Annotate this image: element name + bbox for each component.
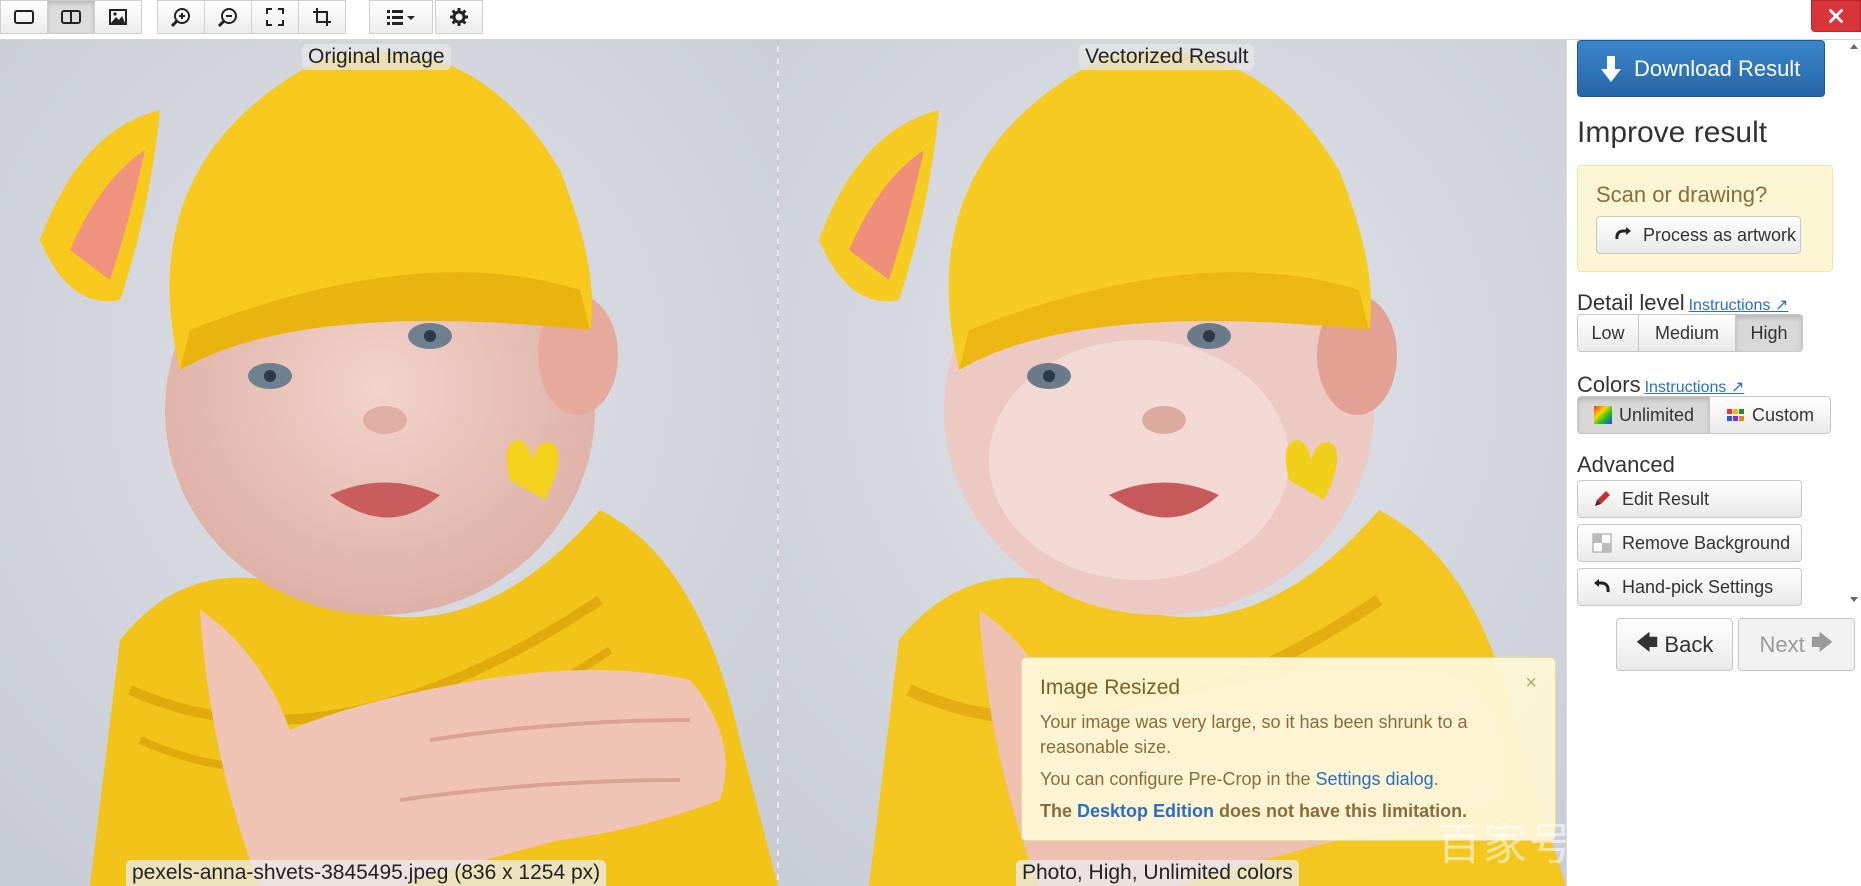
colors-selector: Unlimited Custom	[1577, 396, 1831, 434]
edit-result-button[interactable]: Edit Result	[1577, 480, 1802, 518]
close-button[interactable]	[1811, 0, 1861, 32]
rainbow-icon	[1593, 405, 1613, 425]
hand-pick-settings-button[interactable]: Hand-pick Settings	[1577, 568, 1802, 606]
next-label: Next	[1759, 631, 1805, 657]
external-link-icon: ↗	[1774, 297, 1789, 314]
image-view-button[interactable]	[94, 0, 142, 34]
detail-level-selector: Low Medium High	[1577, 314, 1803, 352]
download-arrow-icon	[1598, 54, 1624, 84]
arrow-right-icon: 🡆	[1810, 629, 1834, 655]
notice-line-2-text: You can configure Pre-Crop in the	[1040, 769, 1316, 789]
sidebar-scrollbar[interactable]	[1849, 44, 1859, 609]
edit-result-label: Edit Result	[1622, 488, 1710, 509]
original-image-pane[interactable]: Original Image pexels-anna-shvets-384549…	[0, 40, 778, 886]
colors-instructions-link[interactable]: Instructions ↗	[1645, 379, 1745, 396]
colors-unlimited-label: Unlimited	[1618, 404, 1695, 425]
palette-grid-icon	[1726, 405, 1746, 425]
single-view-icon	[14, 10, 34, 24]
zoom-in-button[interactable]	[157, 0, 205, 34]
zoom-out-button[interactable]	[204, 0, 252, 34]
scroll-up-arrow[interactable]	[1850, 44, 1858, 49]
original-photo	[0, 40, 778, 886]
redo-arrow-icon	[1613, 225, 1633, 245]
notice-line-3-suffix: does not have this limitation.	[1214, 801, 1468, 821]
detail-level-label: Detail level	[1577, 290, 1685, 315]
detail-level-heading: Detail level Instructions ↗	[1577, 290, 1788, 316]
settings-dialog-link[interactable]: Settings dialog	[1316, 769, 1434, 789]
scan-or-drawing-title: Scan or drawing?	[1596, 182, 1768, 207]
notice-close-button[interactable]: ×	[1525, 672, 1537, 695]
scan-or-drawing-box: Scan or drawing? Process as artwork	[1577, 165, 1833, 272]
colors-unlimited-button[interactable]: Unlimited	[1577, 396, 1710, 434]
original-image-label: Original Image	[302, 44, 451, 70]
original-image-caption: pexels-anna-shvets-3845495.jpeg (836 x 1…	[126, 860, 607, 886]
improve-result-heading: Improve result	[1577, 116, 1768, 149]
crop-icon	[313, 8, 331, 26]
scroll-down-arrow[interactable]	[1850, 597, 1858, 602]
split-view-icon	[61, 10, 81, 24]
list-group	[369, 0, 433, 36]
notice-line-2-suffix: .	[1433, 769, 1439, 789]
split-view-button[interactable]	[47, 0, 95, 34]
desktop-edition-link[interactable]: Desktop Edition	[1077, 801, 1214, 821]
notice-line-1: Your image was very large, so it has bee…	[1040, 710, 1537, 760]
settings-button[interactable]	[435, 0, 483, 34]
remove-background-label: Remove Background	[1622, 532, 1791, 553]
back-button[interactable]: 🡄 Back	[1616, 618, 1733, 671]
image-icon	[109, 9, 127, 25]
settings-group	[435, 0, 483, 36]
colors-heading: Colors Instructions ↗	[1577, 372, 1744, 398]
zoom-group	[157, 0, 346, 36]
process-as-artwork-label: Process as artwork	[1643, 224, 1797, 245]
next-button[interactable]: Next 🡆	[1738, 618, 1855, 671]
zoom-out-icon	[217, 8, 237, 28]
pencil-icon	[1592, 489, 1612, 509]
detail-instructions-text: Instructions	[1688, 297, 1771, 314]
vectorized-result-label: Vectorized Result	[1079, 44, 1255, 70]
toolbar	[0, 0, 1861, 40]
fit-button[interactable]	[251, 0, 299, 34]
list-dropdown-button[interactable]	[369, 0, 433, 34]
fit-icon	[266, 8, 284, 26]
detail-instructions-link[interactable]: Instructions ↗	[1689, 297, 1789, 314]
zoom-in-icon	[170, 8, 190, 28]
process-as-artwork-button[interactable]: Process as artwork	[1596, 216, 1801, 254]
crop-button[interactable]	[298, 0, 346, 34]
colors-custom-label: Custom	[1751, 404, 1814, 425]
external-link-icon: ↗	[1730, 379, 1745, 396]
checkerboard-icon	[1592, 533, 1612, 553]
remove-background-button[interactable]: Remove Background	[1577, 524, 1802, 562]
undo-arrow-icon	[1592, 577, 1612, 597]
download-result-label: Download Result	[1634, 55, 1801, 81]
notice-line-1-text: Your image was very large, so it has bee…	[1040, 712, 1468, 757]
notice-line-3-text: The	[1040, 801, 1078, 821]
close-icon	[1828, 8, 1844, 24]
colors-custom-button[interactable]: Custom	[1709, 396, 1831, 434]
colors-instructions-text: Instructions	[1644, 379, 1727, 396]
download-result-button[interactable]: Download Result	[1577, 40, 1825, 97]
arrow-left-icon: 🡄	[1635, 629, 1659, 655]
colors-label: Colors	[1577, 372, 1641, 397]
view-mode-group	[0, 0, 142, 36]
hand-pick-settings-label: Hand-pick Settings	[1622, 576, 1774, 597]
detail-high-button[interactable]: High	[1735, 314, 1803, 352]
detail-low-button[interactable]: Low	[1577, 314, 1639, 352]
advanced-heading: Advanced	[1577, 452, 1675, 477]
notice-line-2: You can configure Pre-Crop in the Settin…	[1040, 767, 1537, 792]
list-dropdown-icon	[387, 10, 415, 25]
back-label: Back	[1664, 631, 1714, 657]
gear-icon	[450, 8, 468, 26]
detail-medium-button[interactable]: Medium	[1638, 314, 1736, 352]
notice-title: Image Resized	[1040, 676, 1181, 699]
sidebar: Download Result Improve result Scan or d…	[1566, 40, 1861, 886]
single-view-button[interactable]	[0, 0, 48, 34]
vectorized-result-caption: Photo, High, Unlimited colors	[1016, 860, 1299, 886]
watermark-text: 百家号	[1437, 819, 1575, 870]
